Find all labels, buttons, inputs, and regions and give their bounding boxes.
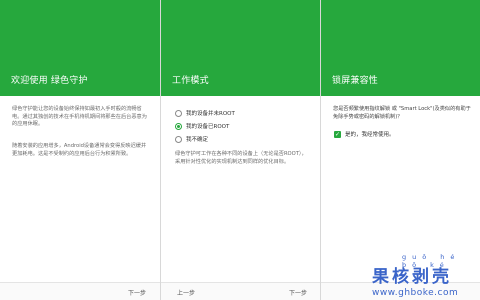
option-not-rooted[interactable]: 我的设备并未ROOT <box>175 109 235 117</box>
next-button[interactable]: 下一步 <box>289 288 307 297</box>
welcome-panel: 欢迎使用 绿色守护 绿色守护能让您的设备始终保持如最初入手时般的流畅省电。通过其… <box>0 0 160 300</box>
welcome-description: 绿色守护能让您的设备始终保持如最初入手时般的流畅省电。通过其独创的技术在手机待机… <box>12 106 147 128</box>
welcome-note: 随着安装的应用增多，Android设备通常会变得反映迟缓并更加耗电。这是不受制约… <box>12 143 147 157</box>
checkbox-label: 是的，我经常使用。 <box>345 132 395 138</box>
welcome-title: 欢迎使用 绿色守护 <box>11 76 88 86</box>
checkbox-checked-icon[interactable]: ✓ <box>334 130 341 138</box>
lockscreen-bottom-bar <box>321 282 480 300</box>
lockscreen-panel: 锁屏兼容性 您是否频繁使用指纹解锁 或 "Smart Lock"(及类似的有助于… <box>320 0 480 300</box>
work-mode-header: 工作模式 <box>161 0 320 96</box>
work-mode-panel: 工作模式 我的设备并未ROOT 我的设备已ROOT 我不确定 绿色守护可工作在各… <box>160 0 320 300</box>
frequent-use-checkbox[interactable]: ✓ 是的，我经常使用。 <box>334 130 395 138</box>
work-mode-description: 绿色守护可工作在各种不同的设备上（无论是否ROOT），采用针对性优化的实现机制达… <box>175 151 307 165</box>
option-not-sure[interactable]: 我不确定 <box>175 135 208 143</box>
setup-wizard-screens: 欢迎使用 绿色守护 绿色守护能让您的设备始终保持如最初入手时般的流畅省电。通过其… <box>0 0 480 300</box>
option-label: 我的设备并未ROOT <box>186 111 235 117</box>
option-label: 我不确定 <box>186 137 209 143</box>
lockscreen-question: 您是否频繁使用指纹解锁 或 "Smart Lock"(及类似的有助于免除手势或密… <box>333 106 471 120</box>
radio-unchecked-icon[interactable] <box>175 109 182 117</box>
work-mode-bottom-bar: 上一步 下一步 <box>161 282 320 300</box>
radio-unchecked-icon[interactable] <box>175 135 182 143</box>
prev-button[interactable]: 上一步 <box>177 288 195 297</box>
next-button[interactable]: 下一步 <box>128 288 146 297</box>
lockscreen-header: 锁屏兼容性 <box>321 0 480 96</box>
option-label: 我的设备已ROOT <box>186 124 230 130</box>
radio-checked-icon[interactable] <box>175 122 182 130</box>
welcome-header: 欢迎使用 绿色守护 <box>0 0 160 96</box>
lockscreen-title: 锁屏兼容性 <box>332 76 379 86</box>
option-rooted[interactable]: 我的设备已ROOT <box>175 122 229 130</box>
work-mode-title: 工作模式 <box>172 76 209 86</box>
welcome-bottom-bar: 下一步 <box>0 282 160 300</box>
